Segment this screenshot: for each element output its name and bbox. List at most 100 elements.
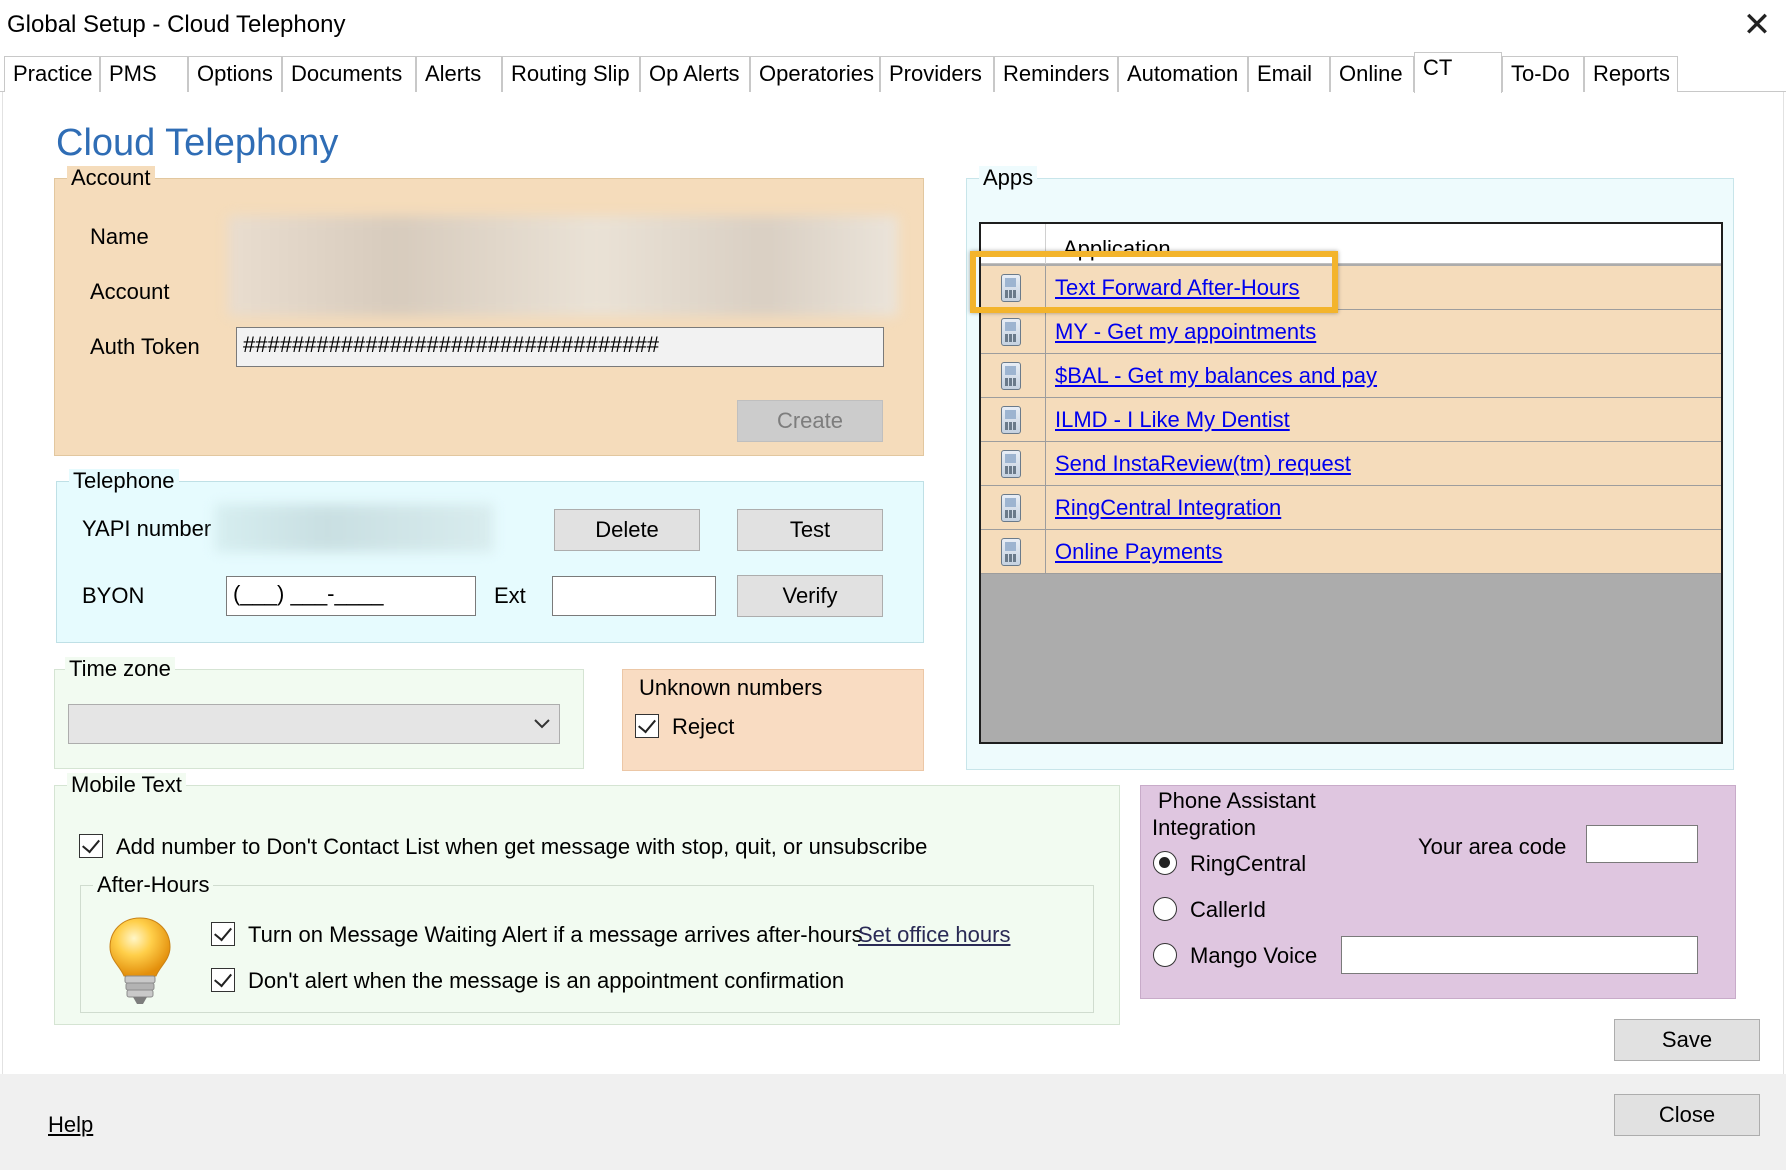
area-code-label: Your area code bbox=[1418, 834, 1567, 859]
phone-app-icon bbox=[1001, 538, 1021, 566]
reject-label: Reject bbox=[672, 714, 735, 739]
app-link[interactable]: ILMD - I Like My Dentist bbox=[1055, 407, 1290, 433]
dont-alert-label: Don't alert when the message is an appoi… bbox=[248, 968, 845, 993]
tab-reminders[interactable]: Reminders bbox=[994, 56, 1118, 92]
after-hours-legend: After-Hours bbox=[93, 873, 214, 897]
page-title: Cloud Telephony bbox=[56, 122, 339, 164]
dont-contact-label: Add number to Don't Contact List when ge… bbox=[116, 834, 928, 859]
auth-token-label: Auth Token bbox=[90, 334, 200, 359]
reject-checkbox[interactable] bbox=[635, 714, 659, 738]
name-label: Name bbox=[90, 224, 149, 249]
tab-routing-slip[interactable]: Routing Slip bbox=[502, 56, 640, 92]
tab-op-alerts[interactable]: Op Alerts bbox=[640, 56, 750, 92]
tab-ct[interactable]: CT bbox=[1414, 52, 1502, 93]
close-icon[interactable]: ✕ bbox=[1738, 6, 1776, 44]
app-row[interactable]: Send InstaReview(tm) request bbox=[981, 442, 1721, 486]
tab-options[interactable]: Options bbox=[188, 56, 282, 92]
phone-app-icon bbox=[1001, 450, 1021, 478]
mango-voice-radio[interactable] bbox=[1153, 943, 1177, 967]
tab-providers[interactable]: Providers bbox=[880, 56, 994, 92]
callerid-radio[interactable] bbox=[1153, 897, 1177, 921]
window-title: Global Setup - Cloud Telephony bbox=[7, 11, 346, 38]
tab-strip: Practice PMS Options Documents Alerts Ro… bbox=[0, 52, 1786, 93]
mango-voice-label: Mango Voice bbox=[1190, 943, 1318, 968]
grid-header-divider bbox=[1045, 224, 1046, 264]
account-legend: Account bbox=[67, 166, 155, 190]
app-row[interactable]: MY - Get my appointments bbox=[981, 310, 1721, 354]
timezone-select[interactable] bbox=[68, 704, 560, 744]
phone-app-icon bbox=[1001, 362, 1021, 390]
mango-voice-field[interactable] bbox=[1341, 936, 1698, 974]
title-bar: Global Setup - Cloud Telephony ✕ bbox=[0, 0, 1786, 48]
phone-app-icon bbox=[1001, 494, 1021, 522]
row-divider bbox=[1045, 530, 1046, 574]
test-button[interactable]: Test bbox=[737, 509, 883, 551]
app-link[interactable]: MY - Get my appointments bbox=[1055, 319, 1316, 345]
unknown-numbers-legend: Unknown numbers bbox=[639, 675, 823, 700]
tab-email[interactable]: Email bbox=[1248, 56, 1330, 92]
phone-app-icon bbox=[1001, 274, 1021, 302]
app-row[interactable]: Text Forward After-Hours bbox=[981, 266, 1721, 310]
byon-phone-field[interactable]: (___) ___-____ bbox=[226, 576, 476, 616]
apps-grid: Application Text Forward After-Hours MY … bbox=[979, 222, 1723, 744]
tab-reports[interactable]: Reports bbox=[1584, 56, 1678, 92]
tab-operatories[interactable]: Operatories bbox=[750, 56, 880, 92]
message-waiting-checkbox[interactable] bbox=[211, 922, 235, 946]
row-divider bbox=[1045, 310, 1046, 354]
app-link[interactable]: RingCentral Integration bbox=[1055, 495, 1281, 521]
phone-app-icon bbox=[1001, 318, 1021, 346]
row-divider bbox=[1045, 354, 1046, 398]
chevron-down-icon bbox=[534, 719, 550, 729]
ringcentral-radio[interactable] bbox=[1153, 851, 1177, 875]
unknown-numbers-group: Unknown numbers bbox=[622, 669, 924, 771]
set-office-hours-link[interactable]: Set office hours bbox=[858, 924, 1010, 946]
phone-app-icon bbox=[1001, 406, 1021, 434]
apps-legend: Apps bbox=[979, 166, 1038, 190]
verify-button[interactable]: Verify bbox=[737, 575, 883, 617]
app-row[interactable]: ILMD - I Like My Dentist bbox=[981, 398, 1721, 442]
account-label: Account bbox=[90, 279, 170, 304]
callerid-label: CallerId bbox=[1190, 897, 1266, 922]
ringcentral-label: RingCentral bbox=[1190, 851, 1307, 876]
grid-header: Application bbox=[981, 224, 1721, 264]
dont-alert-checkbox[interactable] bbox=[211, 968, 235, 992]
save-button[interactable]: Save bbox=[1614, 1019, 1760, 1061]
app-row[interactable]: $BAL - Get my balances and pay bbox=[981, 354, 1721, 398]
after-hours-group: After-Hours bbox=[80, 873, 1094, 1013]
help-link[interactable]: Help bbox=[48, 1114, 93, 1136]
create-button[interactable]: Create bbox=[737, 400, 883, 442]
app-link[interactable]: Send InstaReview(tm) request bbox=[1055, 451, 1351, 477]
tab-online[interactable]: Online bbox=[1330, 56, 1414, 92]
ext-field[interactable] bbox=[552, 576, 716, 616]
app-link[interactable]: Online Payments bbox=[1055, 539, 1223, 565]
auth-token-field[interactable]: ################################## bbox=[236, 327, 884, 367]
bottom-bar bbox=[0, 1074, 1786, 1170]
tab-practice[interactable]: Practice bbox=[4, 56, 100, 92]
yapi-number-redacted bbox=[215, 504, 493, 552]
row-divider bbox=[1045, 442, 1046, 486]
ext-label: Ext bbox=[494, 583, 526, 608]
telephone-legend: Telephone bbox=[69, 469, 179, 493]
message-waiting-label: Turn on Message Waiting Alert if a messa… bbox=[248, 922, 863, 947]
row-divider bbox=[1045, 266, 1046, 310]
mobile-text-legend: Mobile Text bbox=[67, 773, 186, 797]
tab-automation[interactable]: Automation bbox=[1118, 56, 1248, 92]
delete-button[interactable]: Delete bbox=[554, 509, 700, 551]
app-row[interactable]: Online Payments bbox=[981, 530, 1721, 574]
tab-to-do[interactable]: To-Do bbox=[1502, 56, 1584, 92]
tab-pms[interactable]: PMS bbox=[100, 56, 188, 92]
dont-contact-checkbox[interactable] bbox=[79, 834, 103, 858]
area-code-field[interactable] bbox=[1586, 825, 1698, 863]
close-button[interactable]: Close bbox=[1614, 1094, 1760, 1136]
app-link[interactable]: Text Forward After-Hours bbox=[1055, 275, 1300, 301]
app-row[interactable]: RingCentral Integration bbox=[981, 486, 1721, 530]
account-details-redacted bbox=[228, 216, 898, 316]
app-link[interactable]: $BAL - Get my balances and pay bbox=[1055, 363, 1377, 389]
tab-alerts[interactable]: Alerts bbox=[416, 56, 502, 92]
timezone-legend: Time zone bbox=[65, 657, 175, 681]
application-column-header[interactable]: Application bbox=[1063, 236, 1171, 262]
phone-assistant-legend-line2: Integration bbox=[1152, 815, 1256, 840]
phone-assistant-legend-line1: Phone Assistant bbox=[1158, 788, 1316, 813]
row-divider bbox=[1045, 486, 1046, 530]
tab-documents[interactable]: Documents bbox=[282, 56, 416, 92]
